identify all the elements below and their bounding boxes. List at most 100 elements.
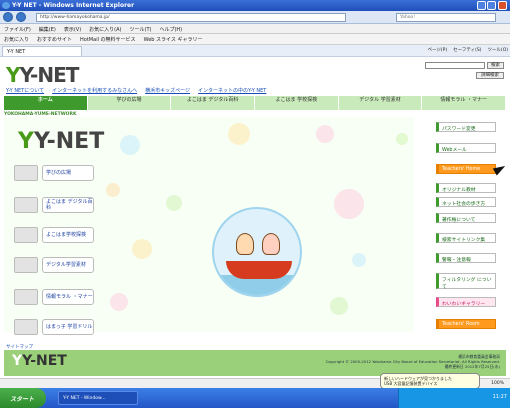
logo-text: Y-NET xyxy=(19,63,79,87)
nav-manabi[interactable]: 学びの広場 xyxy=(87,96,172,110)
right-menu-original[interactable]: オリジナル教材 xyxy=(436,183,496,193)
decor-bubble xyxy=(334,189,364,219)
hero-logo-text: Y-NET xyxy=(33,129,105,154)
nav-moral[interactable]: 情報モラル ・マナー xyxy=(422,96,507,110)
left-menu-item[interactable]: 学びの広場 xyxy=(14,165,94,181)
menu-file[interactable]: ファイル(F) xyxy=(4,26,31,33)
left-menu-item[interactable]: デジタル学習素材 xyxy=(14,257,94,273)
global-nav: ホーム 学びの広場 よこはま デジタル百科 よこはま 学校探検 デジタル 学習素… xyxy=(4,96,507,110)
decor-bubble xyxy=(132,239,152,259)
decor-bubble xyxy=(352,253,366,267)
menu-view[interactable]: 表示(V) xyxy=(64,26,81,33)
footer-logo: YY-NET xyxy=(12,353,67,369)
menu-edit[interactable]: 編集(E) xyxy=(39,26,56,33)
site-search-input[interactable] xyxy=(425,62,485,69)
tab-bar: Y-Y NET ページ(P) セーフティ(S) ツール(O) xyxy=(0,45,510,57)
right-menu-copyright[interactable]: 著作権について xyxy=(436,213,496,223)
menu-tools[interactable]: ツール(T) xyxy=(130,26,152,33)
menu-help[interactable]: ヘルプ(H) xyxy=(159,26,182,33)
child-illustration xyxy=(236,233,254,255)
cmd-tools[interactable]: ツール(O) xyxy=(487,47,508,53)
fav-hotmail[interactable]: HotMail の無料サービス xyxy=(80,36,136,43)
computer-icon xyxy=(14,257,38,273)
back-icon[interactable] xyxy=(3,12,13,22)
minimize-button[interactable] xyxy=(477,1,486,10)
cmd-page[interactable]: ページ(P) xyxy=(427,47,447,53)
taskbar: スタート Y-Y NET - Window... 11:27 xyxy=(0,388,510,408)
address-bar: http://www-hamayokohama.jp/ Yahoo! xyxy=(0,11,510,24)
close-button[interactable] xyxy=(498,1,507,10)
left-menu-item[interactable]: よこはま学校探検 xyxy=(14,227,94,243)
favorites-bar: お気に入り おすすめサイト HotMail の無料サービス Web スライス ギ… xyxy=(0,34,510,45)
favorites-button[interactable]: お気に入り xyxy=(4,36,29,43)
notification-balloon[interactable]: 新しいハードウェアが見つかりました USB 大容量記憶装置デバイス xyxy=(380,373,480,389)
logo-mark: Y xyxy=(6,63,21,87)
ship-illustration xyxy=(212,207,302,297)
link-kids[interactable]: 横浜市キッズページ xyxy=(145,87,190,94)
right-menu-teachers-room[interactable]: Teachers' Room xyxy=(436,319,496,329)
learning-icon xyxy=(14,165,38,181)
nav-materials[interactable]: デジタル 学習素材 xyxy=(338,96,423,110)
zoom-level[interactable]: 100% xyxy=(491,381,504,386)
school-icon xyxy=(14,227,38,243)
right-menu-password[interactable]: パスワード変更 xyxy=(436,122,496,132)
link-users[interactable]: インターネットを利用するみなさんへ xyxy=(52,87,137,94)
url-input[interactable]: http://www-hamayokohama.jp/ xyxy=(36,13,346,22)
right-menu-gallery[interactable]: わいわいギャラリー xyxy=(436,297,496,307)
detail-search-button[interactable]: 詳細検索 xyxy=(476,72,504,79)
left-menu-item[interactable]: はまっ子 学習ドリル xyxy=(14,319,94,335)
decor-bubble xyxy=(316,125,334,143)
right-menu-net-society[interactable]: ネット社会の歩き方 xyxy=(436,197,496,207)
right-menu-teachers-home[interactable]: Teachers' Home xyxy=(436,164,496,174)
nav-digital-hyakka[interactable]: よこはま デジタル百科 xyxy=(171,96,256,110)
maximize-button[interactable] xyxy=(487,1,496,10)
browser-tab[interactable]: Y-Y NET xyxy=(2,46,82,56)
link-inside[interactable]: インターネットの中のY-Y NET xyxy=(198,87,266,94)
search-button[interactable]: 検索 xyxy=(487,62,504,69)
command-bar: ページ(P) セーフティ(S) ツール(O) xyxy=(427,47,508,53)
drill-icon xyxy=(14,319,38,335)
right-menu-links[interactable]: 検索サイトリンク集 xyxy=(436,233,496,243)
link-about[interactable]: Y-Y NETについて xyxy=(6,87,44,94)
decor-bubble xyxy=(166,195,182,211)
decor-bubble xyxy=(396,133,408,145)
right-menu-filtering[interactable]: フィルタリング について xyxy=(436,273,496,290)
child-illustration xyxy=(262,233,280,255)
decor-bubble xyxy=(110,293,128,311)
decor-bubble xyxy=(228,123,250,145)
site-search: 検索 xyxy=(425,62,504,69)
footer-logo-text: Y-NET xyxy=(22,353,67,369)
hero-logo: YY-NET xyxy=(18,129,104,154)
copyright-block: 横浜市教育委員会事務局 Copyright © 2000-2012 Yokoha… xyxy=(300,354,500,369)
decor-bubble xyxy=(120,135,140,155)
left-menu-item[interactable]: 情報モラル ・マナー xyxy=(14,289,94,305)
footer-logo-mark: Y xyxy=(12,353,23,369)
fav-webslice[interactable]: Web スライス ギャラリー xyxy=(144,36,203,43)
moral-icon xyxy=(14,289,38,305)
cmd-safety[interactable]: セーフティ(S) xyxy=(453,47,481,53)
left-menu-item[interactable]: よこはま デジタル百科 xyxy=(14,197,94,213)
site-logo[interactable]: YY-NET xyxy=(6,63,79,87)
system-tray: 11:27 xyxy=(398,388,510,408)
ie-icon xyxy=(2,2,10,9)
fav-suggested[interactable]: おすすめサイト xyxy=(37,36,72,43)
last-updated: 最終更新日 2012年7月25日(水) xyxy=(444,364,500,369)
clock: 11:27 xyxy=(492,394,507,400)
hero-logo-mark: Y xyxy=(18,129,34,154)
web-page: YY-NET 検索 詳細検索 Y-Y NETについて インターネットを利用するみ… xyxy=(0,57,510,378)
browser-search-input[interactable]: Yahoo! xyxy=(396,13,496,22)
right-menu-webmail[interactable]: Webメール xyxy=(436,143,496,153)
start-button[interactable]: スタート xyxy=(0,388,46,408)
window-title: Y-Y NET - Windows Internet Explorer xyxy=(12,2,135,9)
forward-icon[interactable] xyxy=(16,12,26,22)
menu-favorites[interactable]: お気に入り(A) xyxy=(89,26,121,33)
taskbar-window-button[interactable]: Y-Y NET - Window... xyxy=(58,391,138,405)
top-links: Y-Y NETについて インターネットを利用するみなさんへ 横浜市キッズページ … xyxy=(6,87,266,94)
menu-bar: ファイル(F) 編集(E) 表示(V) お気に入り(A) ツール(T) ヘルプ(… xyxy=(0,24,510,34)
window-title-bar: Y-Y NET - Windows Internet Explorer xyxy=(0,0,510,11)
balloon-text: USB 大容量記憶装置デバイス xyxy=(384,381,438,386)
nav-school[interactable]: よこはま 学校探検 xyxy=(255,96,339,110)
decor-bubble xyxy=(106,183,120,197)
nav-home[interactable]: ホーム xyxy=(4,96,88,110)
right-menu-warnings[interactable]: 警報・注意報 xyxy=(436,253,496,263)
